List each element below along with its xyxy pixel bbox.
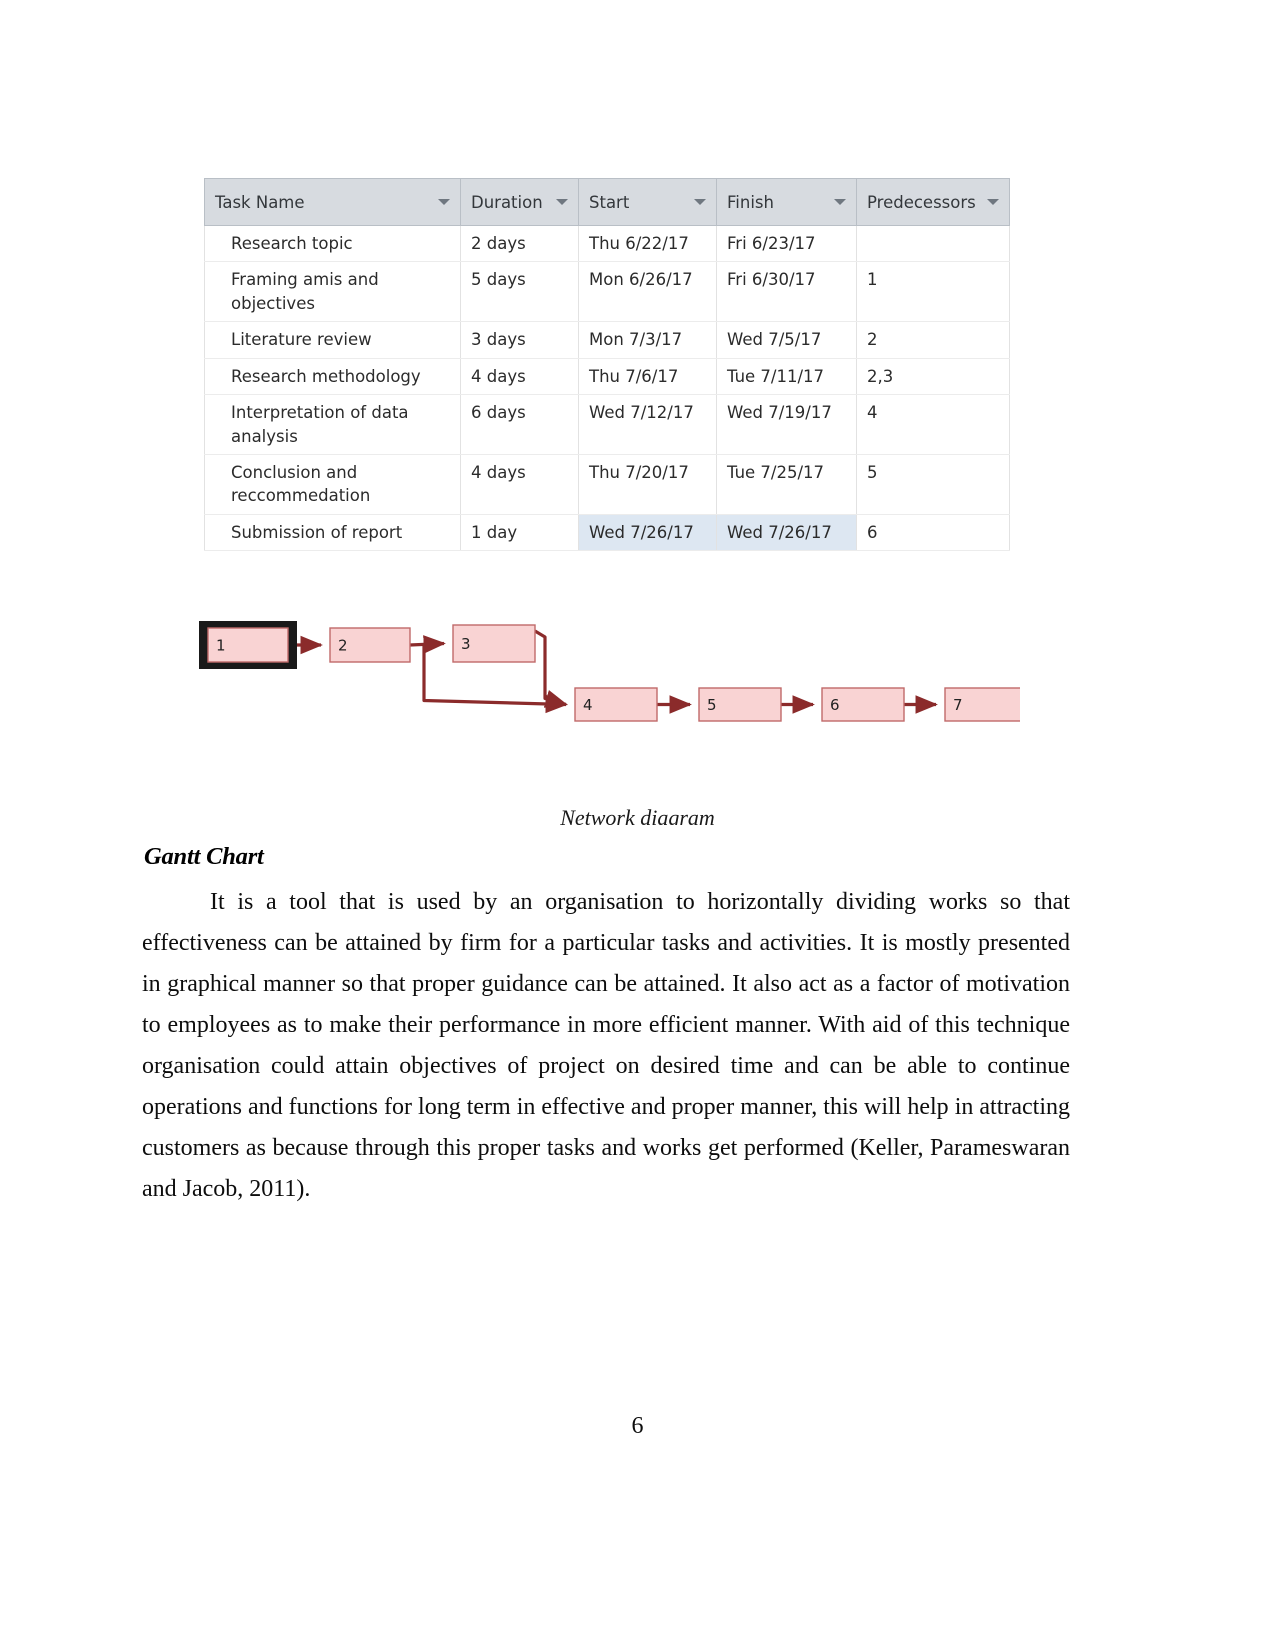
- network-node-5[interactable]: 5: [698, 687, 782, 722]
- table-row[interactable]: Research topic 2 days Thu 6/22/17 Fri 6/23/…: [204, 224, 1010, 263]
- column-header-predecessors[interactable]: Predecessors: [856, 178, 1010, 226]
- table-cell-pred[interactable]: 2: [856, 321, 1010, 359]
- table-header-row: Task Name Duration Start Finish Predeces…: [204, 178, 1010, 226]
- network-node-1[interactable]: 1: [199, 621, 297, 669]
- network-node-2[interactable]: 2: [329, 627, 411, 663]
- page-number: 6: [631, 1413, 644, 1439]
- network-node-label: 3: [461, 635, 471, 653]
- task-table: Task Name Duration Start Finish Predeces…: [204, 178, 1010, 552]
- body-paragraph: It is a tool that is used by an organisa…: [142, 889, 1070, 1202]
- column-header-label: Predecessors: [867, 192, 976, 212]
- table-cell-dur[interactable]: 5 days: [460, 261, 579, 323]
- network-edge-2-to-3: [409, 635, 446, 654]
- table-cell-name[interactable]: Research methodology: [204, 357, 461, 396]
- table-row[interactable]: Literature review 3 days Mon 7/3/17 Wed 7/5…: [204, 321, 1010, 359]
- document-page: Task Name Duration Start Finish Predeces…: [0, 0, 1275, 1650]
- network-diagram-figure: 1 2 3 4 5 6 7: [190, 608, 1020, 728]
- table-cell-fin[interactable]: Tue 7/11/17: [716, 357, 857, 396]
- table-cell-start[interactable]: Thu 7/6/17: [578, 357, 717, 396]
- column-header-duration[interactable]: Duration: [460, 178, 579, 226]
- table-cell-start[interactable]: Thu 6/22/17: [578, 224, 717, 263]
- table-cell-pred[interactable]: 6: [856, 513, 1010, 552]
- table-cell-dur[interactable]: 2 days: [460, 224, 579, 263]
- table-row[interactable]: Research methodology 4 days Thu 7/6/17 Tue …: [204, 357, 1010, 396]
- table-cell-start[interactable]: Wed 7/12/17: [578, 394, 717, 455]
- network-node-label: 1: [216, 637, 226, 655]
- network-node-label: 6: [830, 696, 840, 714]
- table-body: Research topic 2 days Thu 6/22/17 Fri 6/23/…: [204, 224, 1010, 552]
- table-cell-start[interactable]: Mon 6/26/17: [578, 261, 717, 323]
- network-node-3[interactable]: 3: [452, 624, 536, 663]
- column-header-task-name[interactable]: Task Name: [204, 178, 461, 226]
- filter-dropdown-icon[interactable]: [693, 195, 708, 210]
- table-cell-dur[interactable]: 4 days: [460, 357, 579, 396]
- network-nodes: 1 2 3 4 5 6 7: [199, 621, 1020, 722]
- network-node-label: 7: [953, 696, 963, 714]
- table-row[interactable]: Submission of report 1 day Wed 7/26/17 Wed …: [204, 513, 1010, 552]
- table-row[interactable]: Conclusion and reccommedation 4 days Thu 7…: [204, 453, 1010, 515]
- table-cell-fin[interactable]: Wed 7/26/17: [716, 513, 857, 552]
- table-cell-start[interactable]: Thu 7/20/17: [578, 453, 717, 515]
- table-row[interactable]: Framing amis and objectives 5 days Mon 6/2…: [204, 261, 1010, 323]
- table-cell-pred[interactable]: 1: [856, 261, 1010, 323]
- table-cell-dur[interactable]: 1 day: [460, 513, 579, 552]
- network-edge-3-to-4: [534, 629, 568, 708]
- figure-caption: Network diagram: [560, 806, 715, 825]
- table-cell-name[interactable]: Literature review: [204, 321, 461, 359]
- table-header: Task Name Duration Start Finish Predeces…: [204, 178, 1010, 226]
- task-table-figure: Task Name Duration Start Finish Predeces…: [204, 178, 1010, 552]
- table-cell-dur[interactable]: 3 days: [460, 321, 579, 359]
- page-title: Gantt Chart: [144, 843, 264, 870]
- table-cell-start[interactable]: Mon 7/3/17: [578, 321, 717, 359]
- column-header-start[interactable]: Start: [578, 178, 717, 226]
- filter-dropdown-icon[interactable]: [986, 195, 1001, 210]
- network-diagram-svg: 1 2 3 4 5 6 7: [199, 621, 1020, 722]
- table-cell-fin[interactable]: Wed 7/19/17: [716, 394, 857, 455]
- table-cell-name[interactable]: Interpretation of data analysis: [204, 394, 461, 455]
- table-cell-name[interactable]: Conclusion and reccommedation: [204, 453, 461, 515]
- network-node-7[interactable]: 7: [944, 687, 1020, 722]
- column-header-label: Finish: [727, 192, 774, 212]
- table-cell-fin[interactable]: Fri 6/23/17: [716, 224, 857, 263]
- column-header-label: Duration: [471, 192, 543, 212]
- table-cell-fin[interactable]: Fri 6/30/17: [716, 261, 857, 323]
- table-cell-fin[interactable]: Wed 7/5/17: [716, 321, 857, 359]
- network-node-label: 2: [338, 637, 348, 655]
- filter-dropdown-icon[interactable]: [555, 195, 570, 210]
- table-row[interactable]: Interpretation of data analysis 6 days Wed…: [204, 394, 1010, 455]
- network-node-label: 4: [583, 696, 593, 714]
- table-cell-pred[interactable]: 5: [856, 453, 1010, 515]
- table-cell-name[interactable]: Submission of report: [204, 513, 461, 552]
- table-cell-name[interactable]: Research topic: [204, 224, 461, 263]
- table-cell-pred[interactable]: [856, 224, 1010, 263]
- table-cell-pred[interactable]: 4: [856, 394, 1010, 455]
- table-cell-fin[interactable]: Tue 7/25/17: [716, 453, 857, 515]
- table-cell-pred[interactable]: 2,3: [856, 357, 1010, 396]
- table-cell-start[interactable]: Wed 7/26/17: [578, 513, 717, 552]
- table-cell-name[interactable]: Framing amis and objectives: [204, 261, 461, 323]
- column-header-finish[interactable]: Finish: [716, 178, 857, 226]
- network-node-label: 5: [707, 696, 717, 714]
- column-header-label: Task Name: [215, 192, 305, 212]
- column-header-label: Start: [589, 192, 630, 212]
- table-cell-dur[interactable]: 4 days: [460, 453, 579, 515]
- filter-dropdown-icon[interactable]: [437, 195, 452, 210]
- filter-dropdown-icon[interactable]: [833, 195, 848, 210]
- table-cell-dur[interactable]: 6 days: [460, 394, 579, 455]
- network-node-6[interactable]: 6: [821, 687, 905, 722]
- network-node-4[interactable]: 4: [574, 687, 658, 722]
